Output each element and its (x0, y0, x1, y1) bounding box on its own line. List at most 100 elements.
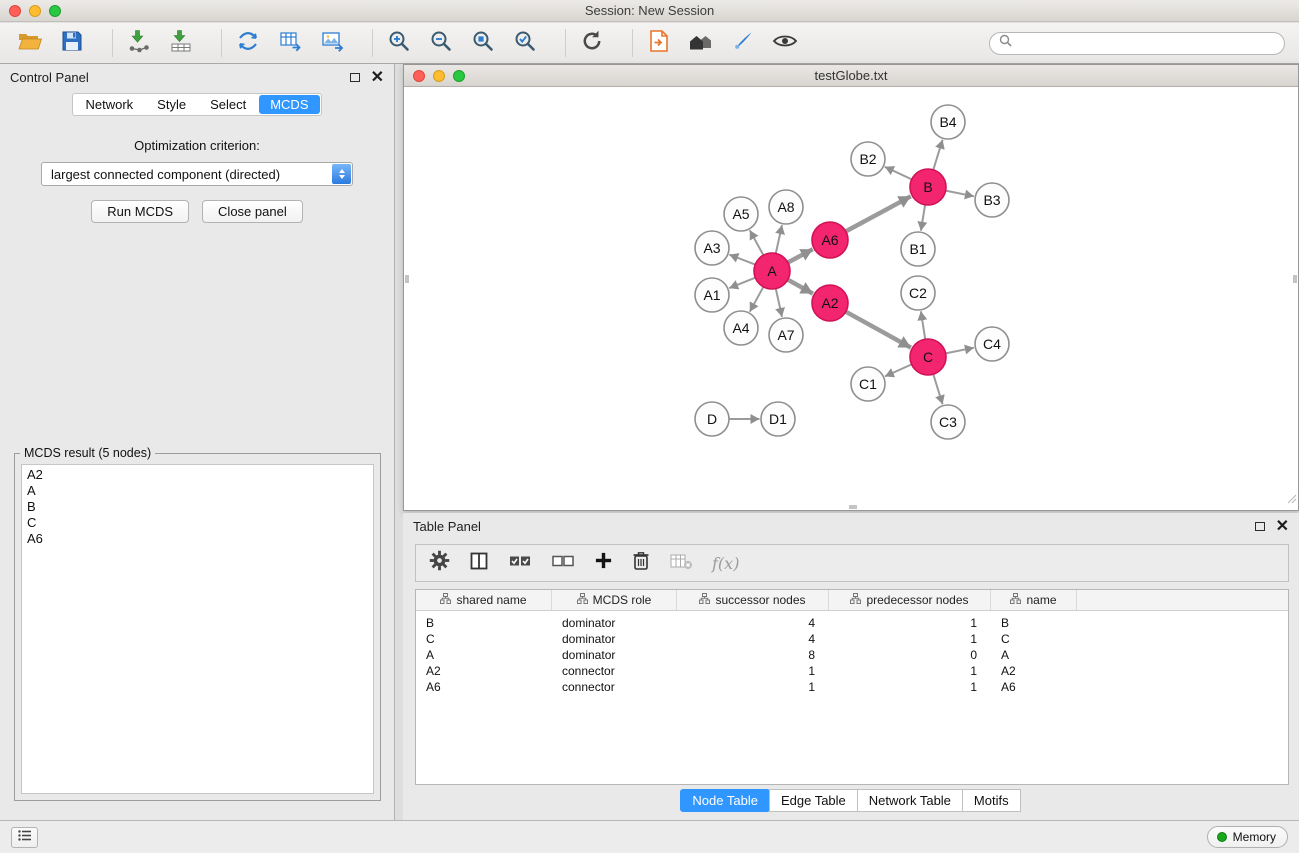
node-C3[interactable]: C3 (931, 405, 965, 439)
tab-select[interactable]: Select (198, 94, 258, 115)
table-cell[interactable]: C (416, 631, 552, 647)
network-graph[interactable]: B4B2BB3A5A8A6B1A3AA1C2A2A4A7C4C1CC3DD1 (404, 88, 1298, 510)
table-row[interactable]: A2connector11A2 (416, 663, 1288, 679)
export-table-button[interactable] (274, 27, 306, 59)
node-A4[interactable]: A4 (724, 311, 758, 345)
table-cell[interactable]: 1 (829, 679, 991, 695)
edge-B-B1[interactable] (921, 205, 925, 231)
tab-style[interactable]: Style (145, 94, 198, 115)
close-window-button[interactable] (9, 5, 21, 17)
float-table-panel-icon[interactable] (1255, 522, 1265, 531)
column-header-MCDS-role[interactable]: MCDS role (552, 590, 677, 610)
tab-motifs[interactable]: Motifs (962, 789, 1021, 812)
edge-C-C2[interactable] (921, 311, 925, 339)
column-header-name[interactable]: name (991, 590, 1077, 610)
table-cell[interactable]: 8 (677, 647, 829, 663)
memory-button[interactable]: Memory (1207, 826, 1288, 848)
table-row[interactable]: A6connector11A6 (416, 679, 1288, 695)
node-A2[interactable]: A2 (812, 285, 848, 321)
delete-table-button[interactable] (669, 551, 693, 576)
table-cell[interactable]: dominator (552, 615, 677, 631)
zoom-selected-button[interactable] (509, 27, 541, 59)
column-header-predecessor-nodes[interactable]: predecessor nodes (829, 590, 991, 610)
edge-A-A4[interactable] (750, 287, 764, 312)
edge-C-C4[interactable] (946, 348, 974, 354)
table-cell[interactable]: B (416, 615, 552, 631)
table-cell[interactable]: dominator (552, 647, 677, 663)
table-cell[interactable]: dominator (552, 631, 677, 647)
zoom-in-button[interactable] (383, 27, 415, 59)
node-A8[interactable]: A8 (769, 190, 803, 224)
delete-column-button[interactable] (632, 550, 650, 576)
result-item[interactable]: C (27, 515, 368, 531)
edge-C-C1[interactable] (885, 364, 912, 376)
import-table-button[interactable] (165, 27, 197, 59)
result-item[interactable]: A2 (27, 467, 368, 483)
node-A[interactable]: A (754, 253, 790, 289)
task-history-button[interactable] (11, 827, 38, 848)
run-mcds-button[interactable]: Run MCDS (91, 200, 189, 223)
zoom-network-button[interactable] (453, 70, 465, 82)
edge-B-B3[interactable] (946, 191, 974, 197)
tab-network-table[interactable]: Network Table (857, 789, 963, 812)
tab-node-table[interactable]: Node Table (680, 789, 770, 812)
show-columns-button[interactable] (469, 551, 489, 576)
float-panel-icon[interactable] (350, 73, 360, 82)
table-cell[interactable]: C (991, 631, 1077, 647)
open-session-button[interactable] (14, 27, 46, 59)
node-C1[interactable]: C1 (851, 367, 885, 401)
edge-A-A2[interactable] (788, 280, 813, 294)
table-cell[interactable]: A6 (416, 679, 552, 695)
select-all-button[interactable] (508, 551, 532, 576)
right-resize-handle[interactable] (1293, 275, 1297, 283)
close-table-panel-icon[interactable]: ✕ (1276, 521, 1289, 533)
search-input[interactable] (1017, 36, 1275, 50)
import-network-button[interactable] (123, 27, 155, 59)
tab-mcds[interactable]: MCDS (259, 95, 319, 114)
table-cell[interactable]: connector (552, 663, 677, 679)
column-header-shared-name[interactable]: shared name (416, 590, 552, 610)
minimize-network-button[interactable] (433, 70, 445, 82)
edge-A6-B[interactable] (846, 196, 911, 231)
minimize-window-button[interactable] (29, 5, 41, 17)
bottom-resize-handle[interactable] (849, 505, 857, 509)
table-cell[interactable]: 1 (829, 663, 991, 679)
zoom-fit-button[interactable] (467, 27, 499, 59)
add-column-button[interactable] (594, 551, 613, 575)
edge-B-B4[interactable] (933, 140, 942, 170)
edge-A-A6[interactable] (788, 249, 813, 262)
tab-network[interactable]: Network (73, 94, 145, 115)
left-resize-handle[interactable] (405, 275, 409, 283)
open-file-button[interactable] (643, 27, 675, 59)
table-row[interactable]: Adominator80A (416, 647, 1288, 663)
edge-B-B2[interactable] (885, 167, 912, 180)
network-canvas[interactable]: B4B2BB3A5A8A6B1A3AA1C2A2A4A7C4C1CC3DD1 (404, 88, 1298, 510)
tab-edge-table[interactable]: Edge Table (769, 789, 858, 812)
edge-A-A7[interactable] (776, 289, 782, 317)
table-cell[interactable]: 0 (829, 647, 991, 663)
column-header-successor-nodes[interactable]: successor nodes (677, 590, 829, 610)
table-cell[interactable]: 1 (829, 615, 991, 631)
table-row[interactable]: Bdominator41B (416, 615, 1288, 631)
table-row[interactable]: Cdominator41C (416, 631, 1288, 647)
result-item[interactable]: B (27, 499, 368, 515)
node-A1[interactable]: A1 (695, 278, 729, 312)
node-A5[interactable]: A5 (724, 197, 758, 231)
close-panel-button[interactable]: Close panel (202, 200, 303, 223)
table-cell[interactable]: A (991, 647, 1077, 663)
function-builder-button[interactable]: f(x) (712, 554, 739, 573)
table-cell[interactable]: 1 (677, 663, 829, 679)
table-cell[interactable]: 1 (677, 679, 829, 695)
node-B[interactable]: B (910, 169, 946, 205)
edge-C-C3[interactable] (933, 374, 942, 404)
table-cell[interactable]: A6 (991, 679, 1077, 695)
node-A6[interactable]: A6 (812, 222, 848, 258)
table-mode-button[interactable] (429, 550, 450, 576)
show-hide-button[interactable] (769, 27, 801, 59)
table-cell[interactable]: 4 (677, 615, 829, 631)
node-A3[interactable]: A3 (695, 231, 729, 265)
table-cell[interactable]: A2 (991, 663, 1077, 679)
result-item[interactable]: A (27, 483, 368, 499)
table-cell[interactable]: connector (552, 679, 677, 695)
refresh-button[interactable] (576, 27, 608, 59)
